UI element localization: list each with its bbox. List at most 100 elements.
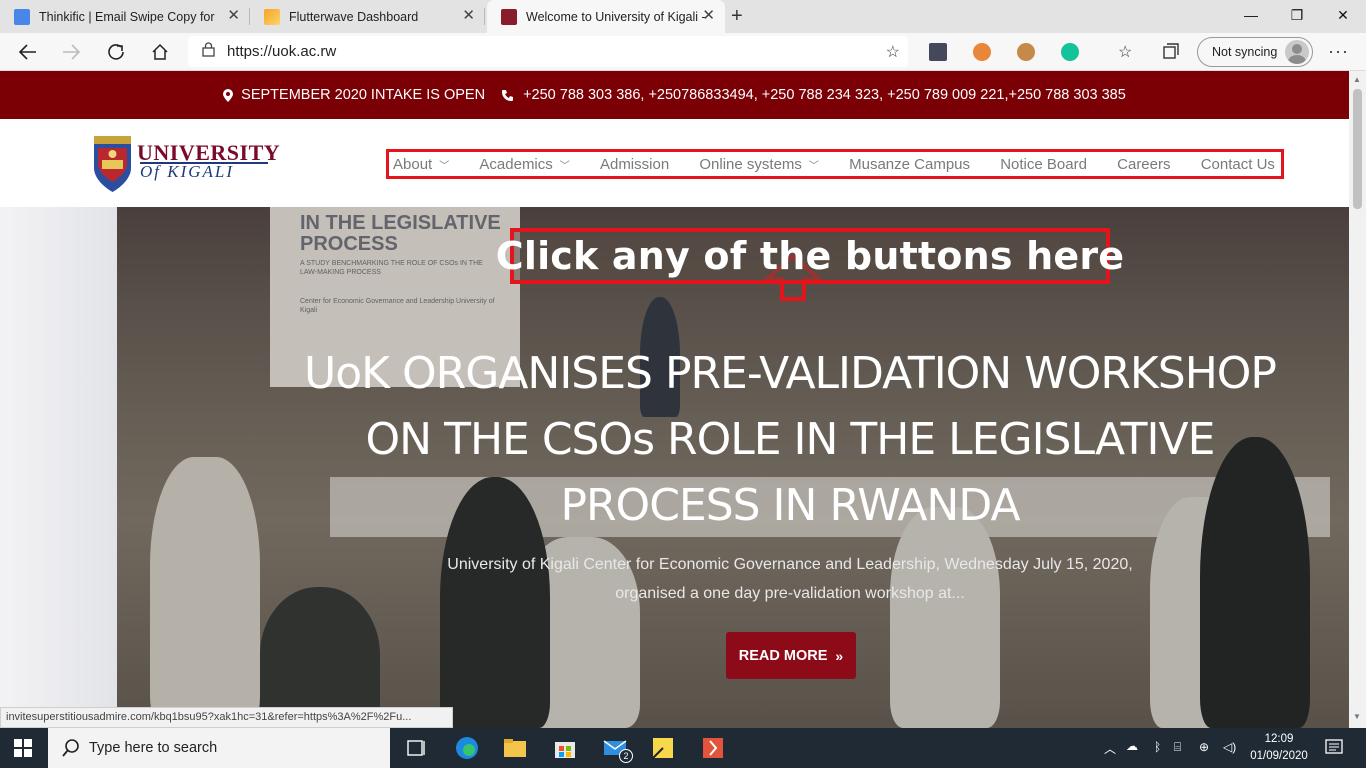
uok-logo[interactable]: UNIVERSITY Of KIGALI	[90, 134, 280, 196]
hero-summary: University of Kigali Center for Economic…	[447, 556, 1133, 602]
honey-extension-icon[interactable]	[973, 43, 991, 61]
logo-text-kigali: Of KIGALI	[140, 162, 235, 181]
refresh-icon[interactable]	[102, 39, 130, 65]
url-text: https://uok.ac.rw	[227, 43, 337, 60]
map-marker-icon	[223, 88, 234, 102]
nav-label: About	[393, 155, 433, 173]
flutterwave-icon	[264, 8, 280, 25]
top-info-strip: SEPTEMBER 2020 INTAKE IS OPEN +250 788 3…	[0, 71, 1349, 119]
phone-numbers: +250 788 303 386, +250786833494, +250 78…	[523, 87, 1126, 103]
scrollbar-thumb[interactable]	[1353, 89, 1362, 209]
scroll-up-icon[interactable]: ▲	[1353, 75, 1361, 84]
site-header: UNIVERSITY Of KIGALI About ﹀ Academics ﹀ A…	[0, 119, 1349, 207]
chevron-down-icon: ﹀	[808, 160, 819, 172]
search-icon	[62, 739, 79, 757]
callout-text: Click any of the buttons here	[495, 234, 1125, 278]
minimize-icon[interactable]: —	[1228, 0, 1274, 30]
nav-label: Notice Board	[1000, 155, 1087, 173]
bluetooth-icon[interactable]: ᛒ	[1154, 740, 1161, 754]
nav-label: Careers	[1117, 155, 1171, 173]
windows-start-icon[interactable]	[14, 739, 32, 757]
hero-left-panel	[0, 207, 117, 728]
cookie-extension-icon[interactable]	[1017, 43, 1035, 61]
favorites-icon[interactable]: ☆	[1118, 42, 1138, 62]
volume-icon[interactable]: ◁)	[1223, 740, 1236, 754]
close-tab-icon[interactable]: ✕	[227, 8, 240, 24]
browser-tab-bar: Thinkific | Email Swipe Copy for F ✕ Flu…	[0, 0, 1366, 33]
home-icon[interactable]	[146, 39, 174, 65]
new-tab-icon[interactable]: +	[731, 5, 743, 28]
grammarly-icon[interactable]	[1061, 43, 1079, 61]
tab-flutterwave[interactable]: Flutterwave Dashboard ✕	[250, 0, 485, 33]
uok-favicon-icon	[501, 8, 517, 25]
onedrive-icon[interactable]: ☁	[1126, 739, 1138, 753]
sticky-notes-icon[interactable]	[651, 736, 675, 760]
more-menu-icon[interactable]: ···	[1328, 41, 1349, 62]
favorite-star-icon[interactable]: ☆	[886, 42, 900, 62]
nav-label: Musanze Campus	[849, 155, 971, 173]
nav-notice-board[interactable]: Notice Board	[1000, 156, 1087, 173]
web-page: SEPTEMBER 2020 INTAKE IS OPEN +250 788 3…	[0, 71, 1349, 728]
nav-admission[interactable]: Admission	[600, 156, 669, 173]
clock-time: 12:09	[1264, 733, 1294, 745]
address-bar-row: https://uok.ac.rw ☆ ☆	[0, 33, 1366, 71]
clock-date: 01/09/2020	[1250, 750, 1308, 762]
intake-notice: SEPTEMBER 2020 INTAKE IS OPEN	[241, 87, 486, 103]
network-icon[interactable]: ⌸	[1174, 740, 1181, 755]
uok-crest-icon	[94, 136, 131, 192]
search-placeholder: Type here to search	[89, 740, 218, 756]
nav-online-systems[interactable]: Online systems ﹀	[699, 156, 819, 173]
nav-label: Online systems	[699, 155, 802, 173]
nav-musanze-campus[interactable]: Musanze Campus	[849, 156, 970, 173]
profile-sync-button[interactable]: Not syncing	[1197, 37, 1313, 67]
tray-chevron-up-icon[interactable]: ︿	[1104, 740, 1116, 757]
microsoft-store-icon[interactable]	[553, 736, 577, 760]
task-view-icon[interactable]	[405, 736, 429, 760]
tab-label: Welcome to University of Kigali -	[526, 9, 706, 24]
tab-uok[interactable]: Welcome to University of Kigali - ✕	[487, 0, 725, 33]
mail-badge: 2	[619, 749, 633, 763]
nav-careers[interactable]: Careers	[1117, 156, 1170, 173]
close-tab-icon[interactable]: ✕	[462, 8, 475, 24]
chevron-down-icon: ﹀	[439, 160, 450, 172]
restore-icon[interactable]: ❐	[1274, 0, 1320, 30]
app-icon[interactable]	[701, 736, 725, 760]
hero-headline: UoK ORGANISES PRE-VALIDATION WORKSHOP ON…	[304, 348, 1277, 531]
nav-label: Contact Us	[1200, 155, 1275, 173]
phone-icon	[502, 89, 514, 101]
globe-language-icon[interactable]: ⊕	[1199, 740, 1209, 754]
double-chevron-right-icon: »	[835, 647, 844, 664]
extension-icon[interactable]	[929, 43, 947, 61]
sync-label: Not syncing	[1212, 45, 1278, 59]
chevron-down-icon: ﹀	[559, 160, 570, 172]
edge-browser-icon[interactable]	[455, 736, 479, 760]
nav-academics[interactable]: Academics ﹀	[479, 156, 569, 173]
forward-icon[interactable]	[57, 39, 85, 65]
nav-contact-us[interactable]: Contact Us	[1201, 156, 1275, 173]
notification-center-icon[interactable]	[1324, 737, 1344, 757]
url-field[interactable]: https://uok.ac.rw ☆	[188, 36, 908, 67]
windows-taskbar: Type here to search 2 ︿ ☁ ᛒ ⌸ ⊕ ◁) 12:09…	[0, 728, 1366, 768]
status-bar-url: invitesuperstitiousadmire.com/kbq1bsu95?…	[0, 707, 453, 728]
read-more-button[interactable]: READ MORE »	[726, 632, 856, 679]
back-icon[interactable]	[14, 39, 42, 65]
scroll-down-icon[interactable]: ▼	[1353, 712, 1361, 721]
taskbar-search-box[interactable]: Type here to search	[48, 728, 390, 768]
close-tab-icon[interactable]: ✕	[702, 8, 715, 24]
tab-thinkific[interactable]: Thinkific | Email Swipe Copy for F ✕	[0, 0, 250, 33]
main-navigation: About ﹀ Academics ﹀ Admission Online syste…	[386, 149, 1284, 179]
read-more-label: READ MORE	[738, 647, 828, 664]
annotation-callout: Click any of the buttons here	[496, 228, 1124, 284]
file-explorer-icon[interactable]	[503, 736, 527, 760]
taskbar-clock[interactable]: 12:09 01/09/2020	[1248, 731, 1310, 765]
tab-label: Flutterwave Dashboard	[289, 9, 419, 24]
close-window-icon[interactable]: ✕	[1320, 0, 1366, 30]
nav-about[interactable]: About ﹀	[393, 156, 449, 173]
page-scrollbar[interactable]: ▲ ▼	[1349, 71, 1366, 728]
collections-icon[interactable]	[1162, 42, 1182, 62]
avatar	[1285, 40, 1309, 64]
lock-icon[interactable]	[202, 41, 215, 62]
nav-label: Admission	[599, 155, 670, 173]
tab-label: Thinkific | Email Swipe Copy for F	[39, 9, 219, 24]
nav-label: Academics	[479, 155, 553, 173]
